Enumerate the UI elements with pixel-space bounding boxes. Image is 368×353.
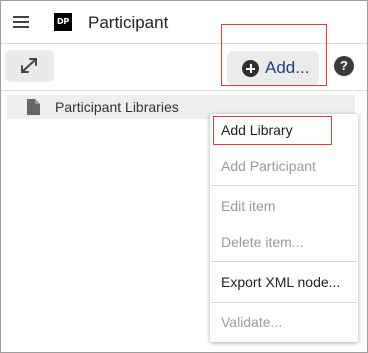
add-button-label: Add... [265, 58, 310, 77]
menu-item-delete-item[interactable]: Delete item... [210, 228, 358, 256]
menu-item-edit-item[interactable]: Edit item [210, 192, 358, 220]
menu-divider [211, 261, 357, 262]
app-header: DP Participant [1, 1, 367, 44]
add-dropdown-menu: Add Library Add Participant Edit item De… [210, 114, 358, 342]
tree-item-label: Participant Libraries [55, 99, 179, 115]
plus-circle-icon [242, 60, 259, 77]
menu-item-validate[interactable]: Validate... [210, 308, 358, 336]
help-button[interactable]: ? [334, 56, 354, 76]
document-icon [27, 99, 40, 115]
menu-item-add-library[interactable]: Add Library [210, 116, 358, 144]
page-title: Participant [88, 13, 169, 32]
menu-item-export-xml[interactable]: Export XML node... [210, 268, 358, 296]
expand-button[interactable] [5, 50, 54, 82]
hamburger-icon[interactable] [12, 13, 30, 31]
menu-divider [211, 185, 357, 186]
add-button[interactable]: Add... [227, 51, 319, 85]
menu-divider [211, 302, 357, 303]
menu-item-add-participant[interactable]: Add Participant [210, 152, 358, 180]
app-logo: DP [54, 13, 72, 31]
expand-arrows-icon [21, 58, 37, 73]
toolbar: Add... [1, 45, 367, 91]
